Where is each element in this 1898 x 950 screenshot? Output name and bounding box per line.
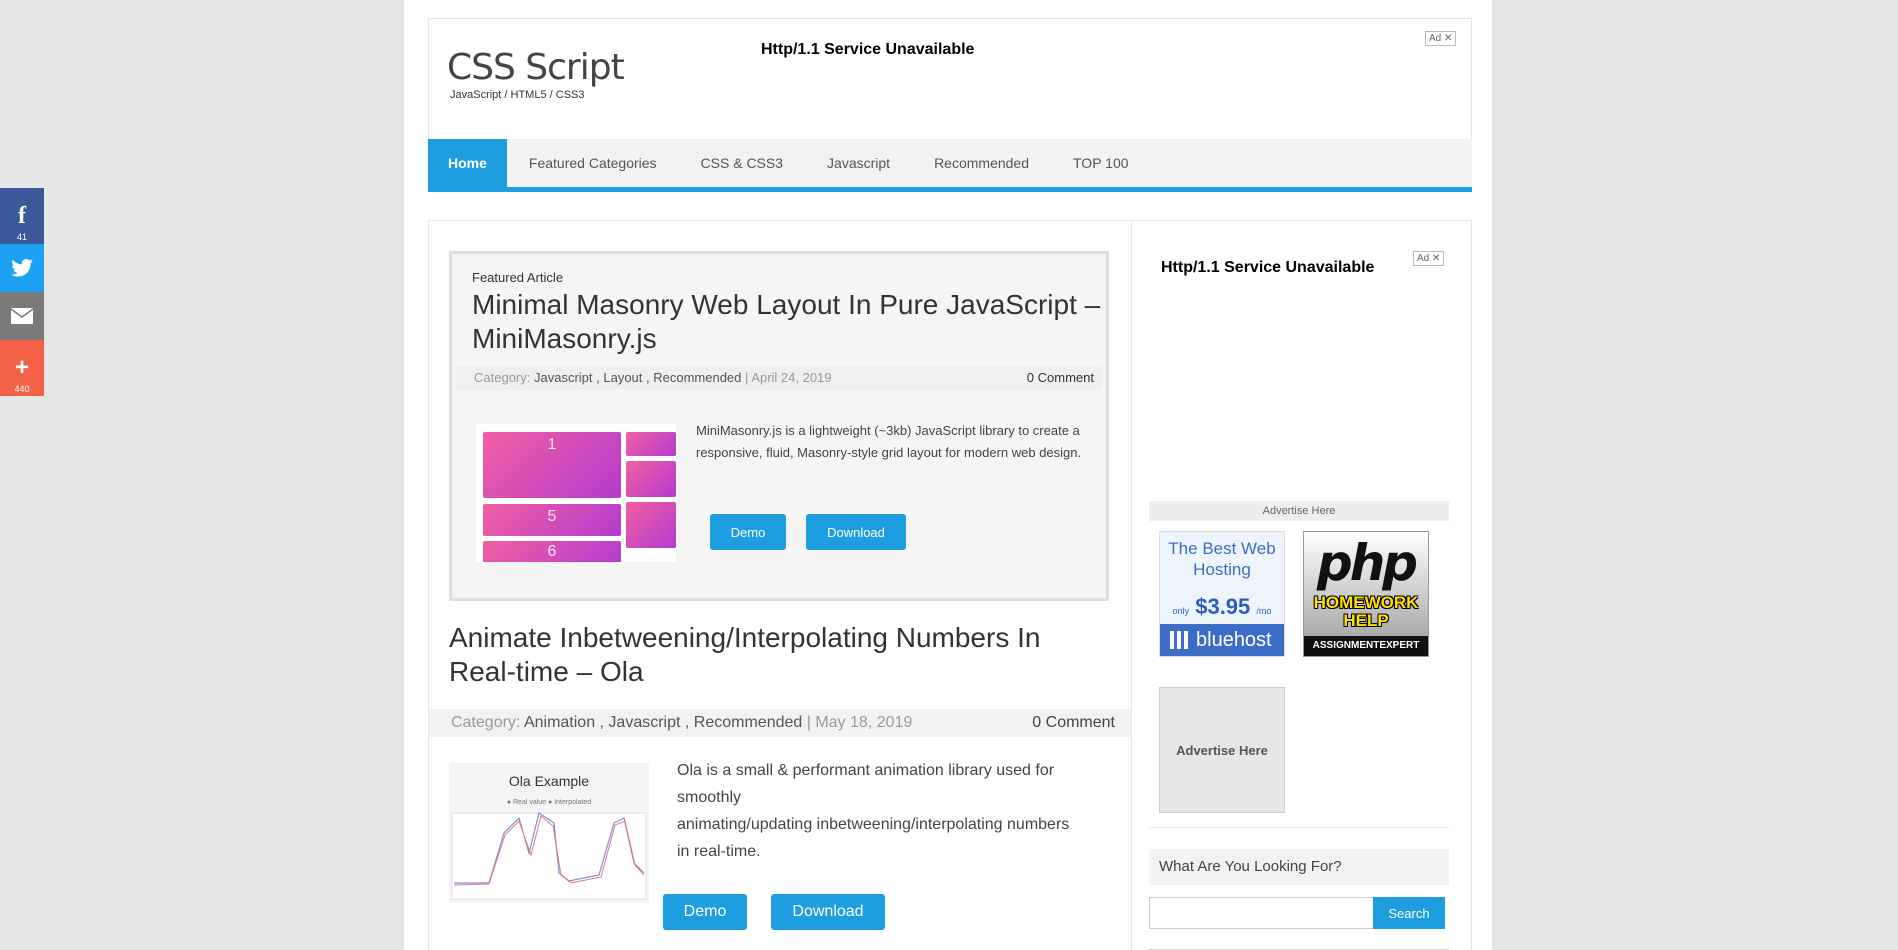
- twitter-share-button[interactable]: [0, 244, 44, 292]
- php-brand: ASSIGNMENTEXPERT: [1304, 636, 1428, 656]
- nav-item-css[interactable]: CSS & CSS3: [679, 139, 805, 187]
- page-wrapper: CSS Script JavaScript / HTML5 / CSS3 Htt…: [404, 0, 1492, 950]
- price-value: $3.95: [1195, 594, 1251, 619]
- bluehost-headline: The Best Web Hosting: [1168, 539, 1276, 579]
- twitter-icon: [11, 259, 33, 277]
- php-homework-ad[interactable]: php HOMEWORK HELP ASSIGNMENTEXPERT: [1303, 531, 1429, 657]
- bluehost-brand-bar: bluehost: [1160, 624, 1284, 656]
- price-prefix: only: [1172, 606, 1190, 616]
- masonry-tile: [626, 432, 676, 456]
- featured-demo-button[interactable]: Demo: [710, 514, 786, 550]
- post-demo-button[interactable]: Demo: [663, 894, 747, 930]
- advertise-here-box[interactable]: Advertise Here: [1159, 687, 1285, 813]
- post-title[interactable]: Animate Inbetweening/Interpolating Numbe…: [449, 621, 1089, 689]
- search-heading: What Are You Looking For?: [1149, 849, 1449, 885]
- price-suffix: /mo: [1256, 606, 1272, 616]
- featured-description: MiniMasonry.js is a lightweight (~3kb) J…: [696, 423, 1082, 460]
- featured-label: Featured Article: [472, 270, 564, 285]
- featured-comment-count[interactable]: 0 Comment: [1027, 366, 1094, 390]
- facebook-icon: f: [18, 202, 26, 229]
- bluehost-brand: bluehost: [1196, 629, 1272, 651]
- post-download-button[interactable]: Download: [771, 894, 885, 930]
- featured-title[interactable]: Minimal Masonry Web Layout In Pure JavaS…: [472, 288, 1102, 356]
- site-logo[interactable]: CSS Script: [447, 47, 625, 88]
- masonry-tile: [626, 502, 676, 548]
- bluehost-grid-icon: [1170, 631, 1188, 649]
- ad-choices-badge[interactable]: Ad ✕: [1425, 31, 1457, 46]
- search-button[interactable]: Search: [1373, 897, 1445, 929]
- post-description-line: animating/updating inbetweening/interpol…: [677, 816, 1070, 833]
- search-input[interactable]: [1149, 897, 1374, 929]
- php-line-2: HELP: [1343, 611, 1389, 630]
- category-prefix: Category:: [451, 714, 521, 731]
- post-comment-count[interactable]: 0 Comment: [1032, 709, 1115, 737]
- facebook-share-button[interactable]: f 41: [0, 188, 44, 244]
- featured-categories[interactable]: Javascript , Layout , Recommended: [534, 370, 741, 385]
- thumb-chart-graphic: [451, 812, 647, 900]
- post-date: | May 18, 2019: [806, 714, 913, 731]
- post-meta: Category: Animation , Javascript , Recom…: [429, 709, 1131, 737]
- post-description-line: smoothly: [677, 789, 742, 806]
- post-thumbnail[interactable]: Ola Example ● Real value ● Interpolated: [449, 763, 649, 903]
- masonry-tile: 5: [483, 504, 621, 536]
- facebook-share-count: 41: [16, 232, 27, 242]
- masonry-tile: 6: [483, 541, 621, 562]
- email-icon: [11, 308, 33, 324]
- nav-item-top-100[interactable]: TOP 100: [1051, 139, 1151, 187]
- php-line-1: HOMEWORK: [1313, 593, 1419, 612]
- post-description-line: in real-time.: [677, 843, 761, 860]
- php-homework-text: HOMEWORK HELP: [1304, 594, 1428, 630]
- featured-meta: Category: Javascript , Layout , Recommen…: [456, 366, 1102, 390]
- more-share-button[interactable]: + 440: [0, 340, 44, 396]
- nav-item-featured-categories[interactable]: Featured Categories: [507, 139, 679, 187]
- nav-item-javascript[interactable]: Javascript: [805, 139, 912, 187]
- post-categories[interactable]: Animation , Javascript , Recommended: [524, 714, 802, 731]
- featured-article: Featured Article Minimal Masonry Web Lay…: [449, 251, 1109, 601]
- more-share-count: 440: [14, 384, 30, 394]
- featured-download-button[interactable]: Download: [806, 514, 906, 550]
- sidebar-ad-message: Http/1.1 Service Unavailable: [1161, 259, 1375, 276]
- bluehost-ad[interactable]: The Best Web Hosting only $3.95 /mo blue…: [1159, 531, 1285, 657]
- bluehost-price: only $3.95 /mo: [1160, 594, 1284, 620]
- plus-icon: +: [14, 354, 29, 381]
- email-share-button[interactable]: [0, 292, 44, 340]
- featured-date: | April 24, 2019: [745, 370, 832, 385]
- main-nav: Home Featured Categories CSS & CSS3 Java…: [428, 139, 1472, 192]
- nav-item-recommended[interactable]: Recommended: [912, 139, 1051, 187]
- category-prefix: Category:: [474, 370, 531, 385]
- header-ad-message: Http/1.1 Service Unavailable: [761, 41, 975, 58]
- featured-thumbnail[interactable]: 1 5 6: [476, 424, 676, 562]
- masonry-tile: 1: [483, 432, 621, 498]
- sidebar-ad-choices-badge[interactable]: Ad ✕: [1413, 251, 1445, 266]
- advertise-here-bar[interactable]: Advertise Here: [1149, 501, 1449, 521]
- masonry-tile: [626, 461, 676, 497]
- site-tagline: JavaScript / HTML5 / CSS3: [450, 89, 585, 101]
- post-description-line: Ola is a small & performant animation li…: [677, 762, 1055, 779]
- main-content: Featured Article Minimal Masonry Web Lay…: [428, 220, 1472, 950]
- sidebar-divider: [1131, 221, 1132, 950]
- nav-item-home[interactable]: Home: [428, 139, 507, 187]
- sidebar-divider-line: [1149, 827, 1449, 828]
- php-logo: php: [1316, 534, 1418, 592]
- social-share-bar: f 41 + 440: [0, 188, 44, 396]
- post-description: Ola is a small & performant animation li…: [677, 757, 1101, 865]
- site-header: CSS Script JavaScript / HTML5 / CSS3 Htt…: [428, 18, 1472, 140]
